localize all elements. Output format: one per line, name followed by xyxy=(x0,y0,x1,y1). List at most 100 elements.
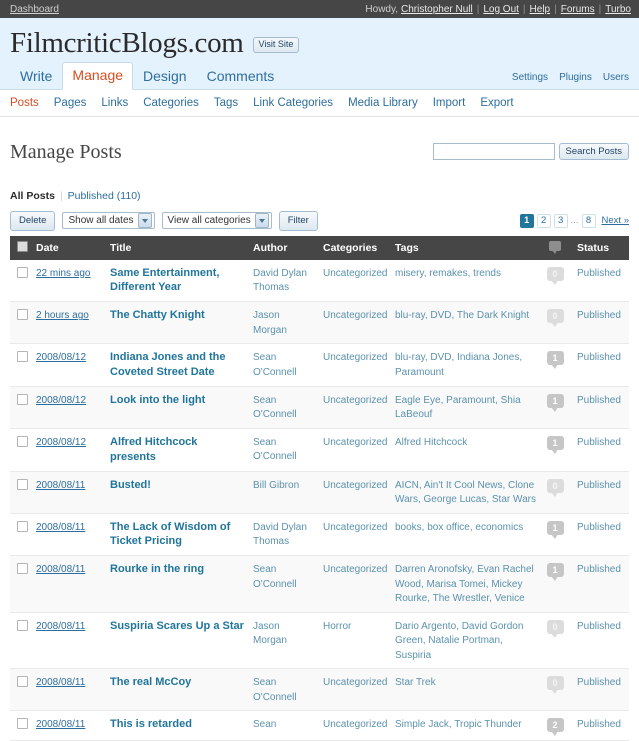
row-date-link[interactable]: 2008/08/11 xyxy=(36,480,85,491)
comment-count-bubble[interactable]: 1 xyxy=(547,521,564,535)
row-checkbox[interactable] xyxy=(17,479,28,490)
comment-count-bubble[interactable]: 1 xyxy=(547,351,564,365)
dates-filter-select[interactable]: Show all dates xyxy=(62,212,154,229)
column-header-author[interactable]: Author xyxy=(249,236,319,260)
row-date-link[interactable]: 2008/08/12 xyxy=(36,395,86,406)
row-title-link[interactable]: Alfred Hitchcock presents xyxy=(110,436,197,463)
row-tags-link[interactable]: blu-ray, DVD, Indiana Jones, Paramount xyxy=(395,352,522,378)
filter-published[interactable]: Published xyxy=(68,190,114,202)
nav-link-settings[interactable]: Settings xyxy=(512,72,548,83)
filter-all-posts[interactable]: All Posts xyxy=(10,190,55,202)
search-posts-button[interactable]: Search Posts xyxy=(559,143,630,160)
row-category-link[interactable]: Horror xyxy=(323,621,351,632)
filter-button[interactable]: Filter xyxy=(279,211,318,230)
row-author-link[interactable]: Sean O'Connell xyxy=(253,677,297,703)
column-header-comments[interactable] xyxy=(541,236,573,260)
subnav-posts[interactable]: Posts xyxy=(10,97,39,109)
row-category-link[interactable]: Uncategorized xyxy=(323,268,387,279)
dashboard-link[interactable]: Dashboard xyxy=(10,4,59,15)
row-author-link[interactable]: Sean O'Connell xyxy=(253,437,297,463)
page-2-button[interactable]: 2 xyxy=(537,214,551,228)
search-input[interactable] xyxy=(433,143,555,160)
row-date-link[interactable]: 2008/08/11 xyxy=(36,621,85,632)
row-title-link[interactable]: The Chatty Knight xyxy=(110,309,205,321)
row-date-link[interactable]: 2008/08/11 xyxy=(36,677,85,688)
username-link[interactable]: Christopher Null xyxy=(401,4,473,15)
row-date-link[interactable]: 2008/08/12 xyxy=(36,352,86,363)
row-date-link[interactable]: 2008/08/11 xyxy=(36,564,85,575)
nav-link-plugins[interactable]: Plugins xyxy=(559,72,592,83)
nav-tab-manage[interactable]: Manage xyxy=(62,62,133,90)
nav-link-users[interactable]: Users xyxy=(603,72,629,83)
row-date-link[interactable]: 2008/08/11 xyxy=(36,522,85,533)
row-checkbox[interactable] xyxy=(17,563,28,574)
subnav-categories[interactable]: Categories xyxy=(143,97,199,109)
log-out-link[interactable]: Log Out xyxy=(483,4,519,15)
row-tags-link[interactable]: Alfred Hitchcock xyxy=(395,437,467,448)
column-header-date[interactable]: Date xyxy=(32,236,106,260)
row-checkbox[interactable] xyxy=(17,309,28,320)
subnav-tags[interactable]: Tags xyxy=(214,97,238,109)
row-checkbox[interactable] xyxy=(17,676,28,687)
row-checkbox[interactable] xyxy=(17,351,28,362)
subnav-import[interactable]: Import xyxy=(433,97,466,109)
row-checkbox[interactable] xyxy=(17,521,28,532)
row-checkbox[interactable] xyxy=(17,394,28,405)
row-author-link[interactable]: Jason Morgan xyxy=(253,621,287,647)
row-checkbox[interactable] xyxy=(17,436,28,447)
row-author-link[interactable]: Sean O'Connell xyxy=(253,564,297,590)
row-title-link[interactable]: Look into the light xyxy=(110,394,205,406)
row-title-link[interactable]: Rourke in the ring xyxy=(110,563,204,575)
row-author-link[interactable]: Sean O'Connell xyxy=(253,352,297,378)
comment-count-bubble[interactable]: 0 xyxy=(547,309,564,323)
row-author-link[interactable]: David Dylan Thomas xyxy=(253,522,307,548)
row-category-link[interactable]: Uncategorized xyxy=(323,437,387,448)
page-last-button[interactable]: 8 xyxy=(582,214,596,228)
subnav-links[interactable]: Links xyxy=(101,97,128,109)
row-tags-link[interactable]: Darren Aronofsky, Evan Rachel Wood, Mari… xyxy=(395,564,534,604)
nav-tab-write[interactable]: Write xyxy=(10,63,62,90)
row-tags-link[interactable]: books, box office, economics xyxy=(395,522,523,533)
comment-count-bubble[interactable]: 0 xyxy=(547,479,564,493)
forums-link[interactable]: Forums xyxy=(561,4,595,15)
visit-site-button[interactable]: Visit Site xyxy=(253,37,300,53)
row-author-link[interactable]: Sean xyxy=(253,719,276,730)
row-checkbox[interactable] xyxy=(17,718,28,729)
row-tags-link[interactable]: Dario Argento, David Gordon Green, Natal… xyxy=(395,621,523,661)
row-category-link[interactable]: Uncategorized xyxy=(323,480,387,491)
row-category-link[interactable]: Uncategorized xyxy=(323,352,387,363)
subnav-pages[interactable]: Pages xyxy=(54,97,87,109)
row-date-link[interactable]: 2 hours ago xyxy=(36,310,89,321)
subnav-link-categories[interactable]: Link Categories xyxy=(253,97,333,109)
subnav-export[interactable]: Export xyxy=(480,97,513,109)
row-date-link[interactable]: 2008/08/11 xyxy=(36,719,85,730)
row-checkbox[interactable] xyxy=(17,620,28,631)
nav-tab-comments[interactable]: Comments xyxy=(197,63,285,90)
row-date-link[interactable]: 2008/08/12 xyxy=(36,437,86,448)
column-header-tags[interactable]: Tags xyxy=(391,236,541,260)
row-category-link[interactable]: Uncategorized xyxy=(323,719,387,730)
row-author-link[interactable]: Bill Gibron xyxy=(253,480,299,491)
help-link[interactable]: Help xyxy=(530,4,551,15)
row-tags-link[interactable]: Star Trek xyxy=(395,677,436,688)
row-category-link[interactable]: Uncategorized xyxy=(323,522,387,533)
row-author-link[interactable]: Jason Morgan xyxy=(253,310,287,336)
comment-count-bubble[interactable]: 1 xyxy=(547,563,564,577)
next-page-link[interactable]: Next » xyxy=(602,215,629,226)
row-title-link[interactable]: The real McCoy xyxy=(110,676,191,688)
row-category-link[interactable]: Uncategorized xyxy=(323,395,387,406)
row-date-link[interactable]: 22 mins ago xyxy=(36,268,90,279)
row-tags-link[interactable]: Eagle Eye, Paramount, Shia LaBeouf xyxy=(395,395,521,421)
row-title-link[interactable]: Busted! xyxy=(110,479,151,491)
row-category-link[interactable]: Uncategorized xyxy=(323,677,387,688)
row-tags-link[interactable]: AICN, Ain't It Cool News, Clone Wars, Ge… xyxy=(395,480,536,506)
row-author-link[interactable]: Sean O'Connell xyxy=(253,395,297,421)
row-category-link[interactable]: Uncategorized xyxy=(323,310,387,321)
row-title-link[interactable]: Indiana Jones and the Coveted Street Dat… xyxy=(110,351,226,378)
row-tags-link[interactable]: blu-ray, DVD, The Dark Knight xyxy=(395,310,529,321)
turbo-link[interactable]: Turbo xyxy=(605,4,631,15)
comment-count-bubble[interactable]: 1 xyxy=(547,436,564,450)
column-header-status[interactable]: Status xyxy=(573,236,629,260)
page-3-button[interactable]: 3 xyxy=(554,214,568,228)
comment-count-bubble[interactable]: 0 xyxy=(547,267,564,281)
